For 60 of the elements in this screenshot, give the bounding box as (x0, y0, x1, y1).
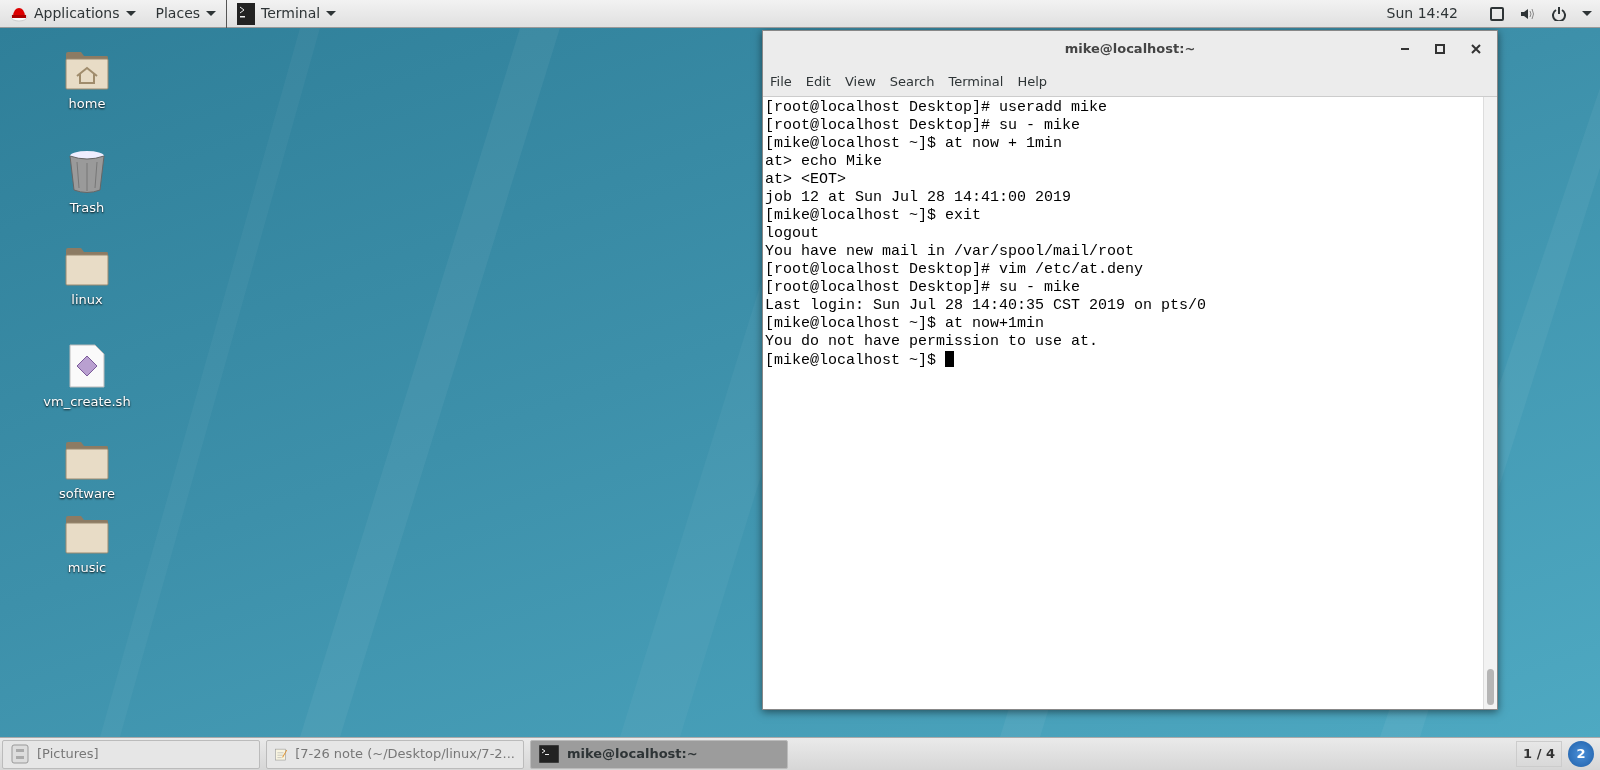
caret-icon (125, 11, 136, 16)
window-icon (1490, 6, 1504, 21)
script-file-icon (69, 344, 105, 388)
terminal-line: [root@localhost Desktop]# vim /etc/at.deny (765, 261, 1144, 278)
menu-item[interactable]: View (837, 71, 883, 92)
taskbar-button[interactable]: mike@localhost:~ (530, 739, 788, 769)
panel-menu[interactable]: Places (155, 3, 201, 24)
scrollbar[interactable] (1483, 97, 1497, 709)
terminal-line: Last login: Sun Jul 28 14:40:35 CST 2019 on pts/0 (765, 297, 1207, 314)
trash-icon (67, 148, 107, 194)
terminal-icon (237, 2, 256, 25)
terminal-line: You have new mail in /var/spool/mail/root (765, 243, 1135, 260)
terminal-line: job 12 at Sun Jul 28 14:41:00 2019 (765, 189, 1072, 206)
taskbar-button[interactable]: [Pictures] (2, 739, 260, 769)
caret-icon (1582, 11, 1592, 16)
scrollbar-thumb[interactable] (1487, 669, 1494, 705)
terminal-line: at> echo Mike (765, 153, 883, 170)
terminal-line: [mike@localhost ~]$ at now+1min (765, 315, 1045, 332)
panel-menu[interactable]: Applications (34, 3, 120, 24)
folder-icon (65, 246, 109, 286)
menu-item[interactable]: Edit (798, 71, 838, 92)
terminal-line: [mike@localhost ~]$ exit (765, 207, 982, 224)
icon-label[interactable]: home (68, 94, 106, 114)
volume-icon (1520, 6, 1536, 21)
terminal-line: [root@localhost Desktop]# useradd mike (765, 99, 1108, 116)
caret-icon (206, 11, 217, 16)
menu-item[interactable]: Search (882, 71, 942, 92)
maximize-icon (1435, 44, 1445, 54)
terminal-line: [mike@localhost ~]$ (765, 352, 938, 369)
icon-label[interactable]: vm_create.sh (43, 392, 131, 412)
window-title: mike@localhost:~ (1064, 40, 1196, 59)
notification-count[interactable]: 2 (1568, 741, 1594, 767)
icon-label[interactable]: music (67, 558, 107, 578)
icon-label[interactable]: linux (71, 290, 103, 310)
taskbar-button[interactable]: [7-26 note (~/Desktop/linux/7-2... (266, 739, 524, 769)
close-icon (1471, 44, 1481, 54)
terminal-line: [root@localhost Desktop]# su - mike (765, 117, 1081, 134)
menu-item[interactable]: Terminal (941, 71, 1011, 92)
power-icon (1552, 6, 1566, 21)
terminal-line: [mike@localhost ~]$ at now + 1min (765, 135, 1063, 152)
clock[interactable]: Sun 14:42 (1386, 3, 1458, 24)
terminal-line: at> <EOT> (765, 171, 846, 188)
home-folder-icon (65, 50, 109, 90)
text-cursor (945, 351, 955, 367)
caret-icon (326, 11, 337, 16)
terminal-line: logout (765, 225, 819, 242)
minimize-icon (1401, 48, 1409, 50)
cabinet-icon (11, 744, 29, 764)
folder-icon (65, 514, 109, 554)
panel-menu[interactable]: Terminal (261, 3, 321, 24)
terminal-line: You do not have permission to use at. (765, 333, 1099, 350)
icon-label[interactable]: software (59, 484, 115, 504)
menu-item[interactable]: Help (1010, 71, 1055, 92)
menu-item[interactable]: File (763, 71, 799, 92)
hat-icon (10, 5, 28, 22)
icon-label[interactable]: Trash (69, 198, 105, 218)
folder-icon (65, 440, 109, 480)
terminal-line: [root@localhost Desktop]# su - mike (765, 279, 1081, 296)
terminal-icon (539, 745, 559, 763)
workspace-indicator[interactable]: 1 / 4 (1516, 741, 1562, 767)
